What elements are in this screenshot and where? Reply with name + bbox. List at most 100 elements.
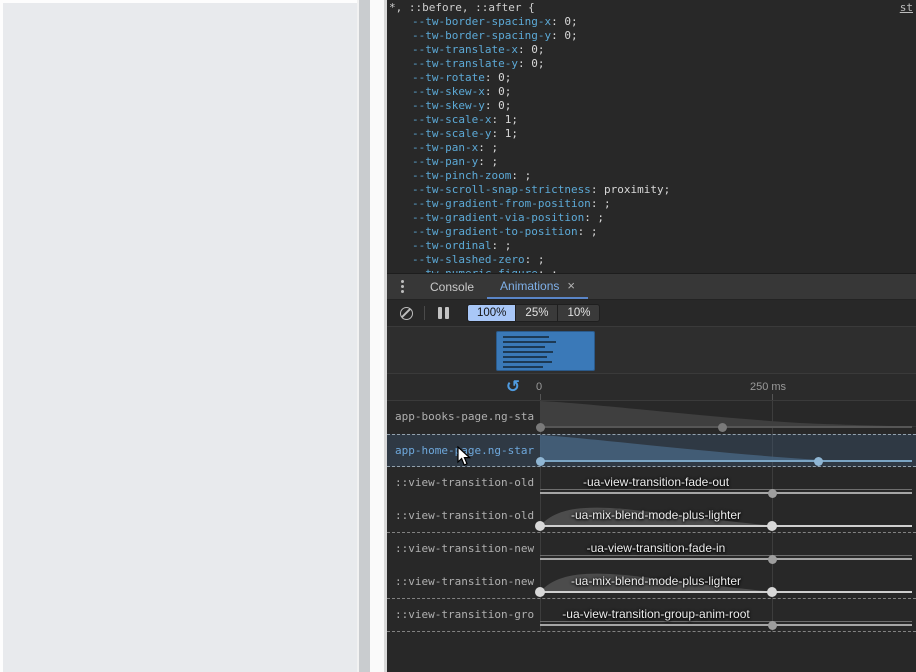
css-property[interactable]: --tw-border-spacing-x: 0; — [387, 15, 916, 29]
css-property-name: --tw-gradient-to-position — [412, 225, 578, 238]
replay-icon: ↺ — [506, 377, 520, 397]
animation-rows: app-books-page.ng-starapp-home-page.ng-s… — [387, 401, 916, 632]
css-property[interactable]: --tw-gradient-from-position: ; — [387, 197, 916, 211]
css-property-value: : ; — [478, 155, 498, 168]
page-scrollbar[interactable] — [357, 0, 370, 672]
track-line-secondary — [540, 621, 912, 622]
keyframe-dot[interactable] — [536, 423, 545, 432]
animation-name-badge: -ua-view-transition-fade-out — [540, 475, 772, 489]
keyframe-dot[interactable] — [814, 457, 823, 466]
keyframe-dot[interactable] — [768, 555, 777, 564]
css-property[interactable]: --tw-border-spacing-y: 0; — [387, 29, 916, 43]
keyframe-dot[interactable] — [536, 457, 545, 466]
css-property-name: --tw-border-spacing-x — [412, 15, 551, 28]
animation-row[interactable]: -ua-view-transition-group-anim-root::vie… — [387, 599, 916, 632]
animations-toolbar: 100% 25% 10% — [387, 300, 916, 327]
css-property[interactable]: --tw-scale-x: 1; — [387, 113, 916, 127]
css-property-value: : 0; — [485, 85, 512, 98]
timeline-header[interactable]: ↺ 0 250 ms — [387, 374, 916, 401]
replay-button[interactable]: ↺ — [503, 377, 523, 397]
animation-row[interactable]: -ua-mix-blend-mode-plus-lighter::view-tr… — [387, 566, 916, 599]
track-line-secondary — [540, 489, 912, 490]
css-property-value: : ; — [478, 141, 498, 154]
animation-track-line — [540, 525, 912, 527]
animation-target-name: ::view-transition-old: — [387, 467, 534, 500]
animation-name-badge: -ua-mix-blend-mode-plus-lighter — [540, 508, 772, 522]
css-property[interactable]: --tw-skew-x: 0; — [387, 85, 916, 99]
css-property[interactable]: --tw-scale-y: 1; — [387, 127, 916, 141]
css-property[interactable]: --tw-pinch-zoom: ; — [387, 169, 916, 183]
tab-console-label: Console — [430, 280, 474, 294]
animation-row[interactable]: -ua-view-transition-fade-in::view-transi… — [387, 533, 916, 566]
devtools-panel: *, ::before, ::after { st --tw-border-sp… — [387, 0, 916, 672]
css-property-name: --tw-border-spacing-y — [412, 29, 551, 42]
animation-name-badge: -ua-mix-blend-mode-plus-lighter — [540, 574, 772, 588]
css-property[interactable]: --tw-scroll-snap-strictness: proximity; — [387, 183, 916, 197]
css-property[interactable]: --tw-translate-x: 0; — [387, 43, 916, 57]
tab-animations-label: Animations — [500, 279, 559, 293]
stylesheet-link[interactable]: st — [900, 1, 913, 15]
animation-name-badge: -ua-view-transition-fade-in — [540, 541, 772, 555]
animation-row[interactable]: -ua-view-transition-fade-out::view-trans… — [387, 467, 916, 500]
animation-target-name: ::view-transition-grou — [387, 599, 534, 631]
animation-row[interactable]: app-books-page.ng-star — [387, 401, 916, 434]
keyframe-dot[interactable] — [767, 521, 777, 531]
css-property-value: : proximity; — [591, 183, 670, 196]
more-tabs-button[interactable] — [387, 274, 417, 299]
css-property-value: : 0; — [551, 15, 578, 28]
animation-preview-thumbnail[interactable] — [496, 331, 595, 371]
css-property-value: : ; — [525, 253, 545, 266]
animation-track-line — [540, 624, 912, 626]
timeline-zero-label: 0 — [531, 381, 547, 393]
keyframe-dot[interactable] — [718, 423, 727, 432]
css-property-name: --tw-slashed-zero — [412, 253, 525, 266]
keyframe-dot[interactable] — [768, 489, 777, 498]
keyframe-dot[interactable] — [767, 587, 777, 597]
keyframe-dot[interactable] — [535, 521, 545, 531]
css-rule-header[interactable]: *, ::before, ::after { st — [387, 1, 916, 15]
css-property-value: : ; — [491, 239, 511, 252]
css-property-name: --tw-skew-x — [412, 85, 485, 98]
timeline-tick — [772, 394, 773, 400]
close-icon[interactable]: × — [567, 279, 575, 292]
keyframe-dot[interactable] — [768, 621, 777, 630]
css-property[interactable]: --tw-translate-y: 0; — [387, 57, 916, 71]
css-property-name: --tw-skew-y — [412, 99, 485, 112]
css-property[interactable]: --tw-ordinal: ; — [387, 239, 916, 253]
css-property[interactable]: --tw-skew-y: 0; — [387, 99, 916, 113]
playback-rate-10-button[interactable]: 10% — [558, 305, 599, 321]
timeline-tick — [540, 394, 541, 400]
css-property-name: --tw-scale-y — [412, 127, 491, 140]
playback-rate-25-button[interactable]: 25% — [516, 305, 558, 321]
css-selector[interactable]: *, ::before, ::after { — [389, 1, 535, 15]
css-property-value: : 0; — [518, 43, 545, 56]
css-property-name: --tw-scroll-snap-strictness — [412, 183, 591, 196]
tab-console[interactable]: Console — [417, 274, 487, 299]
animation-target-name: ::view-transition-new: — [387, 566, 534, 598]
css-property-value: : ; — [591, 197, 611, 210]
animation-name-badge: -ua-view-transition-group-anim-root — [540, 607, 772, 621]
clear-all-button[interactable] — [395, 302, 417, 324]
css-property-value: : 0; — [485, 71, 512, 84]
devtools-dock-divider[interactable] — [370, 0, 387, 672]
css-property[interactable]: --tw-gradient-via-position: ; — [387, 211, 916, 225]
browser-page-content — [0, 0, 357, 672]
playback-rate-100-button[interactable]: 100% — [468, 305, 516, 321]
animation-track-line — [540, 591, 912, 593]
pause-all-button[interactable] — [432, 302, 454, 324]
toolbar-divider — [424, 306, 425, 320]
css-property[interactable]: --tw-slashed-zero: ; — [387, 253, 916, 267]
animation-row[interactable]: -ua-mix-blend-mode-plus-lighter::view-tr… — [387, 500, 916, 533]
css-property[interactable]: --tw-pan-x: ; — [387, 141, 916, 155]
track-line-secondary — [540, 555, 912, 556]
vertical-dots-icon — [401, 280, 404, 293]
tab-animations[interactable]: Animations × — [487, 274, 588, 299]
css-property[interactable]: --tw-gradient-to-position: ; — [387, 225, 916, 239]
animation-target-name: app-books-page.ng-star — [387, 401, 534, 434]
playback-rate-group: 100% 25% 10% — [467, 304, 600, 322]
thumbnail-text-lines — [496, 331, 595, 371]
animation-target-name: ::view-transition-new: — [387, 533, 534, 566]
keyframe-dot[interactable] — [535, 587, 545, 597]
css-property[interactable]: --tw-pan-y: ; — [387, 155, 916, 169]
css-property[interactable]: --tw-rotate: 0; — [387, 71, 916, 85]
